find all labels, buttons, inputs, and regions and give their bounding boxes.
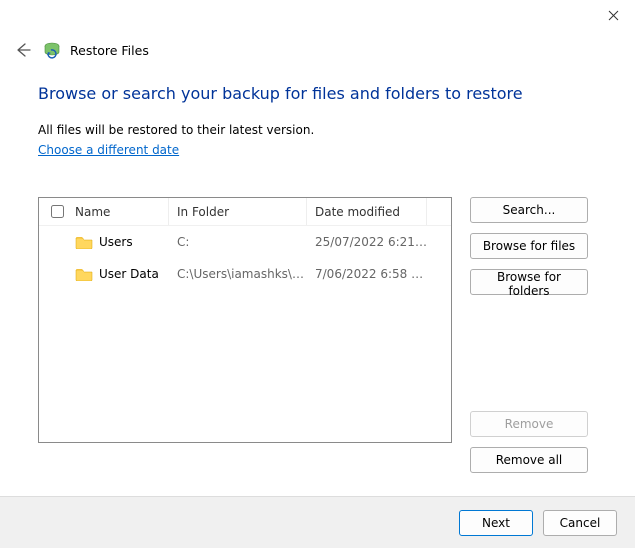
list-item[interactable]: Users C: 25/07/2022 6:21 ... xyxy=(39,226,451,258)
item-name: User Data xyxy=(99,267,159,281)
remove-button: Remove xyxy=(470,411,588,437)
back-button[interactable] xyxy=(10,38,34,62)
item-folder: C: xyxy=(169,235,307,249)
browse-folders-button[interactable]: Browse for folders xyxy=(470,269,588,295)
footer: Next Cancel xyxy=(0,496,635,548)
item-date: 7/06/2022 6:58 P... xyxy=(307,267,427,281)
choose-date-link[interactable]: Choose a different date xyxy=(38,143,179,157)
folder-icon xyxy=(75,267,93,281)
item-folder: C:\Users\iamashks\A... xyxy=(169,267,307,281)
column-date[interactable]: Date modified xyxy=(307,198,427,225)
cancel-button[interactable]: Cancel xyxy=(543,510,617,536)
close-button[interactable] xyxy=(591,0,635,30)
item-name: Users xyxy=(99,235,133,249)
list-item[interactable]: User Data C:\Users\iamashks\A... 7/06/20… xyxy=(39,258,451,290)
file-list[interactable]: Name In Folder Date modified Users C: 25… xyxy=(38,197,452,443)
page-heading: Browse or search your backup for files a… xyxy=(38,84,605,103)
window-title: Restore Files xyxy=(70,43,149,58)
item-date: 25/07/2022 6:21 ... xyxy=(307,235,427,249)
column-folder[interactable]: In Folder xyxy=(169,198,307,225)
browse-files-button[interactable]: Browse for files xyxy=(470,233,588,259)
restore-icon xyxy=(42,40,62,60)
remove-all-button[interactable]: Remove all xyxy=(470,447,588,473)
info-text: All files will be restored to their late… xyxy=(38,123,605,137)
list-header: Name In Folder Date modified xyxy=(39,198,451,226)
column-name[interactable]: Name xyxy=(75,198,169,225)
close-icon xyxy=(608,10,619,21)
folder-icon xyxy=(75,235,93,249)
search-button[interactable]: Search... xyxy=(470,197,588,223)
back-arrow-icon xyxy=(13,41,31,59)
select-all-checkbox[interactable] xyxy=(51,205,64,218)
next-button[interactable]: Next xyxy=(459,510,533,536)
